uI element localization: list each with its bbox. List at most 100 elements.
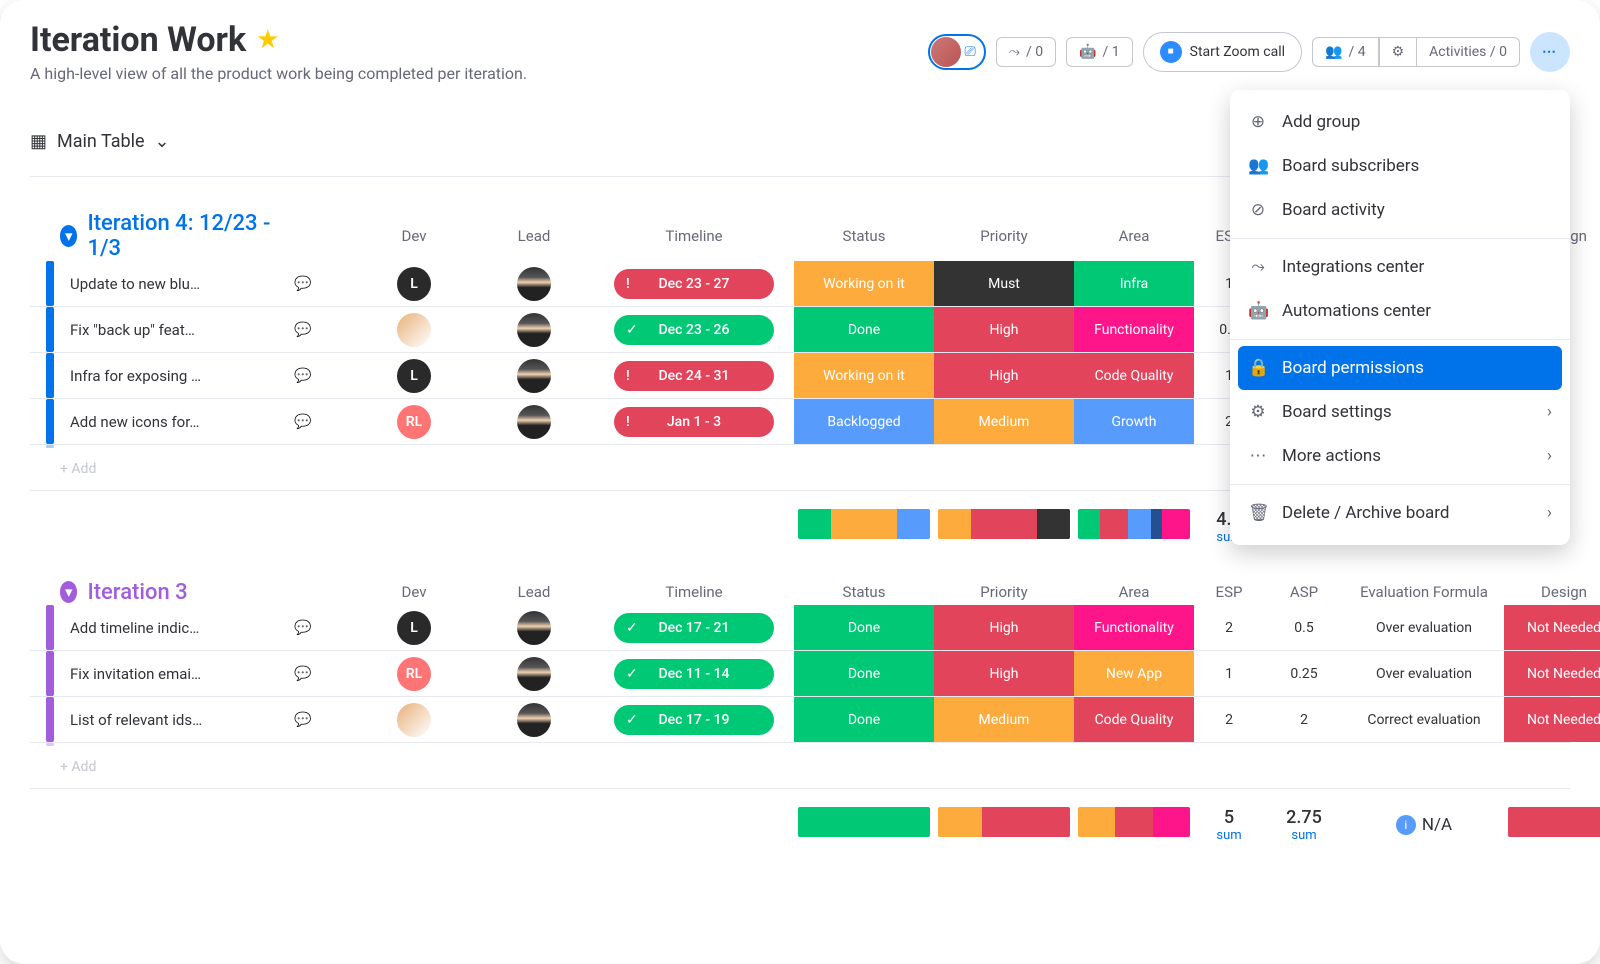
chat-icon[interactable]: 💬: [294, 620, 354, 636]
add-item-row[interactable]: + Add: [30, 747, 1570, 787]
group-title[interactable]: Iteration 4: 12/23 - 1/3: [87, 211, 294, 261]
priority-cell[interactable]: Medium: [934, 697, 1074, 742]
eval-cell[interactable]: Over evaluation: [1344, 620, 1504, 636]
column-header[interactable]: Lead: [474, 223, 594, 249]
menu-item[interactable]: 🗑Delete / Archive board›: [1230, 491, 1570, 535]
menu-item[interactable]: ⊘Board activity: [1230, 188, 1570, 232]
lead-cell[interactable]: [474, 611, 594, 645]
chat-icon[interactable]: 💬: [294, 276, 354, 292]
column-header[interactable]: Area: [1074, 579, 1194, 605]
chat-icon[interactable]: 💬: [294, 368, 354, 384]
dev-cell[interactable]: L: [354, 611, 474, 645]
column-header[interactable]: Timeline: [594, 579, 794, 605]
menu-item[interactable]: ⤳Integrations center: [1230, 245, 1570, 289]
design-cell[interactable]: Not Needed: [1504, 605, 1600, 650]
star-icon[interactable]: ★: [256, 25, 279, 55]
column-header[interactable]: ESP: [1194, 579, 1264, 605]
last-viewed[interactable]: ⎚: [928, 34, 986, 70]
area-cell[interactable]: Growth: [1074, 399, 1194, 444]
item-title[interactable]: Fix invitation emai…: [60, 665, 294, 683]
column-header[interactable]: Status: [794, 223, 934, 249]
menu-item[interactable]: 👥Board subscribers: [1230, 144, 1570, 188]
more-menu-button[interactable]: ⋯: [1530, 32, 1570, 72]
table-row[interactable]: Add timeline indic… 💬 L ✓Dec 17 - 21 Don…: [30, 605, 1570, 651]
column-header[interactable]: Priority: [934, 223, 1074, 249]
asp-cell[interactable]: 0.5: [1264, 620, 1344, 636]
timeline-cell[interactable]: !Jan 1 - 3: [594, 407, 794, 437]
timeline-cell[interactable]: ✓Dec 11 - 14: [594, 659, 794, 689]
lead-cell[interactable]: [474, 313, 594, 347]
status-cell[interactable]: Done: [794, 697, 934, 742]
item-title[interactable]: Update to new blu…: [60, 275, 294, 293]
esp-cell[interactable]: 1: [1194, 666, 1264, 682]
zoom-button[interactable]: ■ Start Zoom call: [1143, 32, 1302, 72]
column-header[interactable]: Lead: [474, 579, 594, 605]
timeline-cell[interactable]: ✓Dec 23 - 26: [594, 315, 794, 345]
column-header[interactable]: ASP: [1264, 579, 1344, 605]
settings-pill[interactable]: ⚙: [1379, 37, 1418, 67]
status-cell[interactable]: Done: [794, 307, 934, 352]
timeline-cell[interactable]: ✓Dec 17 - 21: [594, 613, 794, 643]
column-header[interactable]: Design: [1504, 579, 1600, 605]
status-cell[interactable]: Done: [794, 605, 934, 650]
design-cell[interactable]: Not Needed: [1504, 697, 1600, 742]
area-cell[interactable]: Code Quality: [1074, 353, 1194, 398]
dev-cell[interactable]: L: [354, 267, 474, 301]
status-cell[interactable]: Done: [794, 651, 934, 696]
column-header[interactable]: Dev: [354, 579, 474, 605]
dev-cell[interactable]: [354, 313, 474, 347]
dev-cell[interactable]: RL: [354, 657, 474, 691]
asp-cell[interactable]: 0.25: [1264, 666, 1344, 682]
priority-cell[interactable]: High: [934, 353, 1074, 398]
item-title[interactable]: Fix "back up" feat…: [60, 321, 294, 339]
timeline-cell[interactable]: !Dec 24 - 31: [594, 361, 794, 391]
group-toggle-icon[interactable]: ▾: [60, 225, 77, 247]
table-row[interactable]: Fix invitation emai… 💬 RL ✓Dec 11 - 14 D…: [30, 651, 1570, 697]
dev-cell[interactable]: L: [354, 359, 474, 393]
group-toggle-icon[interactable]: ▾: [60, 581, 77, 603]
esp-cell[interactable]: 2: [1194, 712, 1264, 728]
status-cell[interactable]: Working on it: [794, 261, 934, 306]
design-cell[interactable]: Not Needed: [1504, 651, 1600, 696]
lead-cell[interactable]: [474, 405, 594, 439]
priority-cell[interactable]: High: [934, 307, 1074, 352]
area-cell[interactable]: Code Quality: [1074, 697, 1194, 742]
eval-cell[interactable]: Correct evaluation: [1344, 712, 1504, 728]
lead-cell[interactable]: [474, 359, 594, 393]
esp-cell[interactable]: 2: [1194, 620, 1264, 636]
menu-item[interactable]: 🔒Board permissions: [1238, 346, 1562, 390]
chat-icon[interactable]: 💬: [294, 414, 354, 430]
dev-cell[interactable]: RL: [354, 405, 474, 439]
priority-cell[interactable]: High: [934, 605, 1074, 650]
timeline-cell[interactable]: ✓Dec 17 - 19: [594, 705, 794, 735]
integrations-pill[interactable]: ⤳ / 0: [996, 37, 1056, 67]
chat-icon[interactable]: 💬: [294, 712, 354, 728]
area-cell[interactable]: Functionality: [1074, 605, 1194, 650]
timeline-cell[interactable]: !Dec 23 - 27: [594, 269, 794, 299]
menu-item[interactable]: ⋯More actions›: [1230, 434, 1570, 478]
lead-cell[interactable]: [474, 657, 594, 691]
column-header[interactable]: Status: [794, 579, 934, 605]
menu-item[interactable]: ⚙Board settings›: [1230, 390, 1570, 434]
dev-cell[interactable]: [354, 703, 474, 737]
asp-cell[interactable]: 2: [1264, 712, 1344, 728]
item-title[interactable]: Add timeline indic…: [60, 619, 294, 637]
priority-cell[interactable]: High: [934, 651, 1074, 696]
column-header[interactable]: Area: [1074, 223, 1194, 249]
priority-cell[interactable]: Must: [934, 261, 1074, 306]
column-header[interactable]: Dev: [354, 223, 474, 249]
column-header[interactable]: Evaluation Formula: [1344, 579, 1504, 605]
members-pill[interactable]: 👥 / 4: [1312, 37, 1379, 67]
menu-item[interactable]: ⊕Add group: [1230, 100, 1570, 144]
lead-cell[interactable]: [474, 267, 594, 301]
area-cell[interactable]: Infra: [1074, 261, 1194, 306]
lead-cell[interactable]: [474, 703, 594, 737]
item-title[interactable]: List of relevant ids…: [60, 711, 294, 729]
automations-pill[interactable]: 🤖 / 1: [1066, 37, 1133, 67]
area-cell[interactable]: Functionality: [1074, 307, 1194, 352]
chat-icon[interactable]: 💬: [294, 322, 354, 338]
area-cell[interactable]: New App: [1074, 651, 1194, 696]
view-selector[interactable]: ▦ Main Table ⌄: [30, 131, 170, 152]
item-title[interactable]: Infra for exposing …: [60, 367, 294, 385]
group-title[interactable]: Iteration 3: [87, 580, 294, 605]
